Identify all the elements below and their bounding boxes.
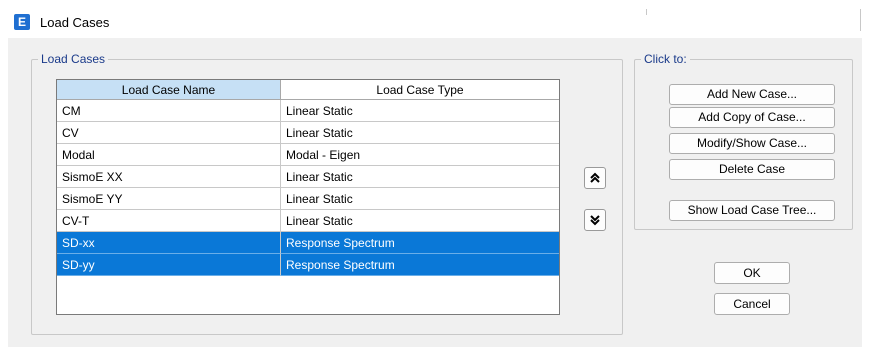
column-header-name[interactable]: Load Case Name xyxy=(57,80,281,100)
cancel-button[interactable]: Cancel xyxy=(714,293,790,315)
title-bar[interactable]: E Load Cases xyxy=(8,7,862,38)
case-type-cell[interactable]: Linear Static xyxy=(281,166,559,188)
table-row-selected[interactable]: SD-yy Response Spectrum xyxy=(57,254,559,276)
etabs-app-icon: E xyxy=(14,14,30,30)
case-type-cell[interactable]: Linear Static xyxy=(281,100,559,122)
case-name-cell[interactable]: SD-yy xyxy=(57,254,281,276)
show-load-case-tree-button[interactable]: Show Load Case Tree... xyxy=(669,200,835,221)
move-up-button[interactable] xyxy=(584,167,606,189)
table-row[interactable]: SismoE YY Linear Static xyxy=(57,188,559,210)
load-cases-legend: Load Cases xyxy=(41,52,106,66)
move-down-button[interactable] xyxy=(584,209,606,231)
case-type-cell[interactable]: Linear Static xyxy=(281,210,559,232)
case-type-cell[interactable]: Linear Static xyxy=(281,122,559,144)
table-row[interactable]: CM Linear Static xyxy=(57,100,559,122)
case-name-cell[interactable]: SD-xx xyxy=(57,232,281,254)
table-header: Load Case Name Load Case Type xyxy=(57,80,559,100)
case-name-cell[interactable]: CV xyxy=(57,122,281,144)
table-row[interactable]: CV Linear Static xyxy=(57,122,559,144)
delete-case-button[interactable]: Delete Case xyxy=(669,159,835,180)
table-row[interactable]: Modal Modal - Eigen xyxy=(57,144,559,166)
title-divider xyxy=(646,9,647,15)
double-chevron-up-icon xyxy=(590,172,600,183)
case-type-cell[interactable]: Linear Static xyxy=(281,188,559,210)
case-type-cell[interactable]: Modal - Eigen xyxy=(281,144,559,166)
add-new-case-button[interactable]: Add New Case... xyxy=(669,84,835,105)
case-type-cell[interactable]: Response Spectrum xyxy=(281,254,559,276)
case-name-cell[interactable]: SismoE YY xyxy=(57,188,281,210)
case-name-cell[interactable]: SismoE XX xyxy=(57,166,281,188)
title-divider-right xyxy=(860,9,861,31)
modify-show-case-button[interactable]: Modify/Show Case... xyxy=(669,133,835,154)
case-name-cell[interactable]: CV-T xyxy=(57,210,281,232)
window-title: Load Cases xyxy=(40,15,110,30)
double-chevron-down-icon xyxy=(590,215,600,226)
table-row-selected[interactable]: SD-xx Response Spectrum xyxy=(57,232,559,254)
add-copy-of-case-button[interactable]: Add Copy of Case... xyxy=(669,107,835,128)
column-header-type[interactable]: Load Case Type xyxy=(281,80,559,100)
load-cases-table: Load Case Name Load Case Type CM Linear … xyxy=(56,79,560,315)
table-row[interactable]: SismoE XX Linear Static xyxy=(57,166,559,188)
table-row[interactable]: CV-T Linear Static xyxy=(57,210,559,232)
case-name-cell[interactable]: CM xyxy=(57,100,281,122)
click-to-legend: Click to: xyxy=(644,52,687,66)
case-type-cell[interactable]: Response Spectrum xyxy=(281,232,559,254)
ok-button[interactable]: OK xyxy=(714,262,790,284)
case-name-cell[interactable]: Modal xyxy=(57,144,281,166)
